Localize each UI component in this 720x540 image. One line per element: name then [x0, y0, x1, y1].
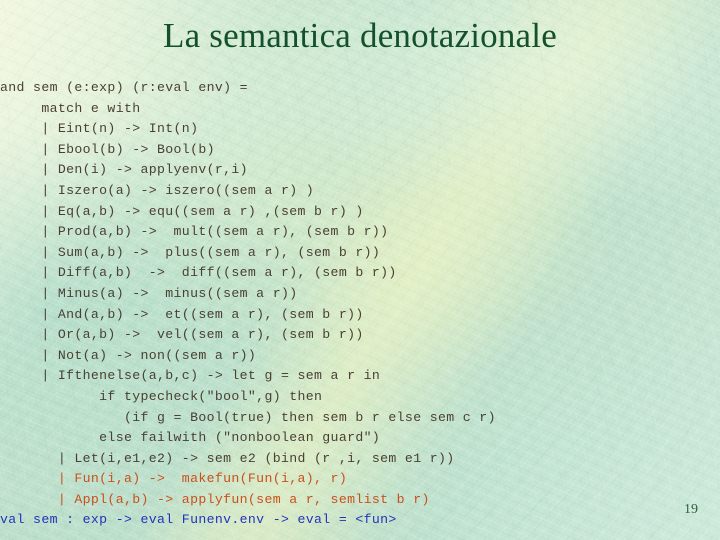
- code-line: else failwith ("nonboolean guard"): [0, 430, 381, 446]
- code-line: | Ebool(b) -> Bool(b): [0, 141, 215, 157]
- code-line: match e with: [0, 100, 141, 116]
- code-line: | Eq(a,b) -> equ((sem a r) ,(sem b r) ): [0, 203, 364, 219]
- code-line: | Diff(a,b) -> diff((sem a r), (sem b r)…: [0, 265, 397, 281]
- code-line: | Not(a) -> non((sem a r)): [0, 347, 257, 363]
- code-line: | Let(i,e1,e2) -> sem e2 (bind (r ,i, se…: [0, 450, 455, 466]
- slide-canvas: La semantica denotazionale and sem (e:ex…: [0, 0, 720, 540]
- code-block: and sem (e:exp) (r:eval env) = match e w…: [0, 78, 720, 531]
- code-line: and sem (e:exp) (r:eval env) =: [0, 80, 248, 95]
- code-line: | Ifthenelse(a,b,c) -> let g = sem a r i…: [0, 368, 381, 384]
- code-line: | Fun(i,a) -> makefun(Fun(i,a), r): [0, 471, 348, 487]
- code-line: | Appl(a,b) -> applyfun(sem a r, semlist…: [0, 491, 430, 507]
- page-number: 19: [684, 502, 698, 517]
- code-line: val sem : exp -> eval Funenv.env -> eval…: [0, 512, 397, 528]
- code-line: | Minus(a) -> minus((sem a r)): [0, 285, 298, 301]
- code-line: if typecheck("bool",g) then: [0, 388, 323, 404]
- code-line: | Eint(n) -> Int(n): [0, 121, 199, 137]
- slide-content: La semantica denotazionale and sem (e:ex…: [0, 0, 720, 540]
- code-line: (if g = Bool(true) then sem b r else sem…: [0, 409, 496, 425]
- code-line: | Or(a,b) -> vel((sem a r), (sem b r)): [0, 327, 364, 343]
- code-line: | Iszero(a) -> iszero((sem a r) ): [0, 182, 315, 198]
- slide-title: La semantica denotazionale: [163, 16, 557, 55]
- code-line: | Prod(a,b) -> mult((sem a r), (sem b r)…: [0, 224, 389, 240]
- code-line: | And(a,b) -> et((sem a r), (sem b r)): [0, 306, 364, 322]
- code-line: | Sum(a,b) -> plus((sem a r), (sem b r)): [0, 244, 381, 260]
- code-line: | Den(i) -> applyenv(r,i): [0, 162, 248, 178]
